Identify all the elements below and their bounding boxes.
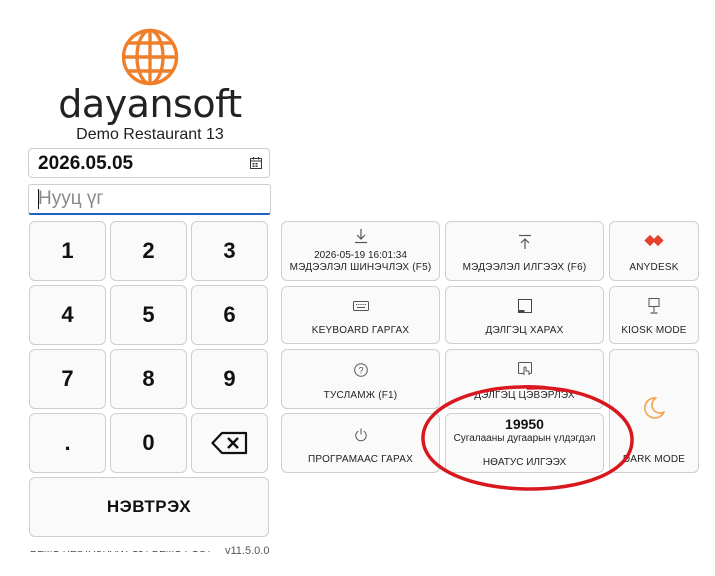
anydesk-label: ANYDESK: [629, 262, 679, 273]
key-4[interactable]: 4: [29, 285, 106, 345]
last-update-time: 2026-05-19 16:01:34: [314, 250, 407, 261]
svg-text:?: ?: [358, 365, 363, 375]
key-1[interactable]: 1: [29, 221, 106, 281]
clean-display-label: ДЭЛГЭЦ ЦЭВЭРЛЭХ: [474, 390, 575, 401]
power-icon: [354, 428, 367, 442]
view-display-label: ДЭЛГЭЦ ХАРАХ: [485, 325, 564, 336]
keyboard-label: KEYBOARD ГАРГАХ: [311, 325, 410, 336]
anydesk-button[interactable]: ANYDESK: [609, 221, 699, 281]
backspace-button[interactable]: [191, 413, 268, 473]
download-icon: [354, 229, 367, 244]
dark-mode-label: DARK MODE: [622, 454, 686, 465]
calendar-icon[interactable]: [250, 157, 262, 169]
exit-program-button[interactable]: ПРОГРАМААС ГАРАХ: [281, 413, 440, 473]
help-label: ТУСЛАМЖ (F1): [323, 390, 398, 401]
date-value: 2026.05.05: [38, 153, 134, 174]
moon-icon: [644, 397, 665, 419]
clean-display-button[interactable]: ДЭЛГЭЦ ЦЭВЭРЛЭХ: [445, 349, 604, 409]
password-input[interactable]: [28, 184, 271, 215]
key-5[interactable]: 5: [110, 285, 187, 345]
anydesk-icon: [644, 234, 664, 247]
dark-mode-button[interactable]: DARK MODE: [609, 349, 699, 473]
key-0[interactable]: 0: [110, 413, 187, 473]
login-button[interactable]: НЭВТРЭХ: [29, 477, 269, 537]
ebarimt-send-button[interactable]: 19950 Сугалааны дугаарын үлдэгдэл НӨАТУС…: [445, 413, 604, 473]
globe-logo-icon: [121, 28, 179, 86]
lottery-remaining-label: Сугалааны дугаарын үлдэгдэл: [453, 433, 596, 444]
key-dot[interactable]: .: [29, 413, 106, 473]
send-data-button[interactable]: МЭДЭЭЛЭЛ ИЛГЭЭХ (F6): [445, 221, 604, 281]
upload-icon: [518, 234, 531, 249]
help-button[interactable]: ? ТУСЛАМЖ (F1): [281, 349, 440, 409]
company-name: Demo Restaurant 13: [76, 126, 224, 143]
key-8[interactable]: 8: [110, 349, 187, 409]
key-3[interactable]: 3: [191, 221, 268, 281]
lottery-remaining-count: 19950: [505, 416, 544, 432]
keyboard-icon: [352, 301, 369, 311]
view-display-button[interactable]: ДЭЛГЭЦ ХАРАХ: [445, 286, 604, 344]
send-data-label: МЭДЭЭЛЭЛ ИЛГЭЭХ (F6): [462, 262, 587, 273]
touch-screen-icon: [517, 362, 532, 375]
help-circle-icon: ?: [353, 363, 368, 377]
footer-mask: [30, 544, 210, 551]
key-7[interactable]: 7: [29, 349, 106, 409]
key-9[interactable]: 9: [191, 349, 268, 409]
ebarimt-send-label: НӨАТУС ИЛГЭЭХ: [482, 457, 567, 468]
app-version: v11.5.0.0: [225, 545, 270, 557]
key-2[interactable]: 2: [110, 221, 187, 281]
date-picker[interactable]: 2026.05.05: [28, 148, 270, 178]
keyboard-button[interactable]: KEYBOARD ГАРГАХ: [281, 286, 440, 344]
display-icon: [517, 299, 532, 313]
backspace-icon: [210, 431, 247, 455]
brand-name: dayansoft: [58, 82, 242, 126]
exit-program-label: ПРОГРАМААС ГАРАХ: [308, 454, 413, 465]
update-data-button[interactable]: 2026-05-19 16:01:34 МЭДЭЭЛЭЛ ШИНЭЧЛЭХ (F…: [281, 221, 440, 281]
kiosk-mode-button[interactable]: KIOSK MODE: [609, 286, 699, 344]
update-data-label: МЭДЭЭЛЭЛ ШИНЭЧЛЭХ (F5): [289, 262, 432, 273]
kiosk-mode-label: KIOSK MODE: [621, 325, 687, 336]
kiosk-icon: [648, 298, 660, 314]
key-6[interactable]: 6: [191, 285, 268, 345]
text-cursor: [38, 189, 39, 209]
